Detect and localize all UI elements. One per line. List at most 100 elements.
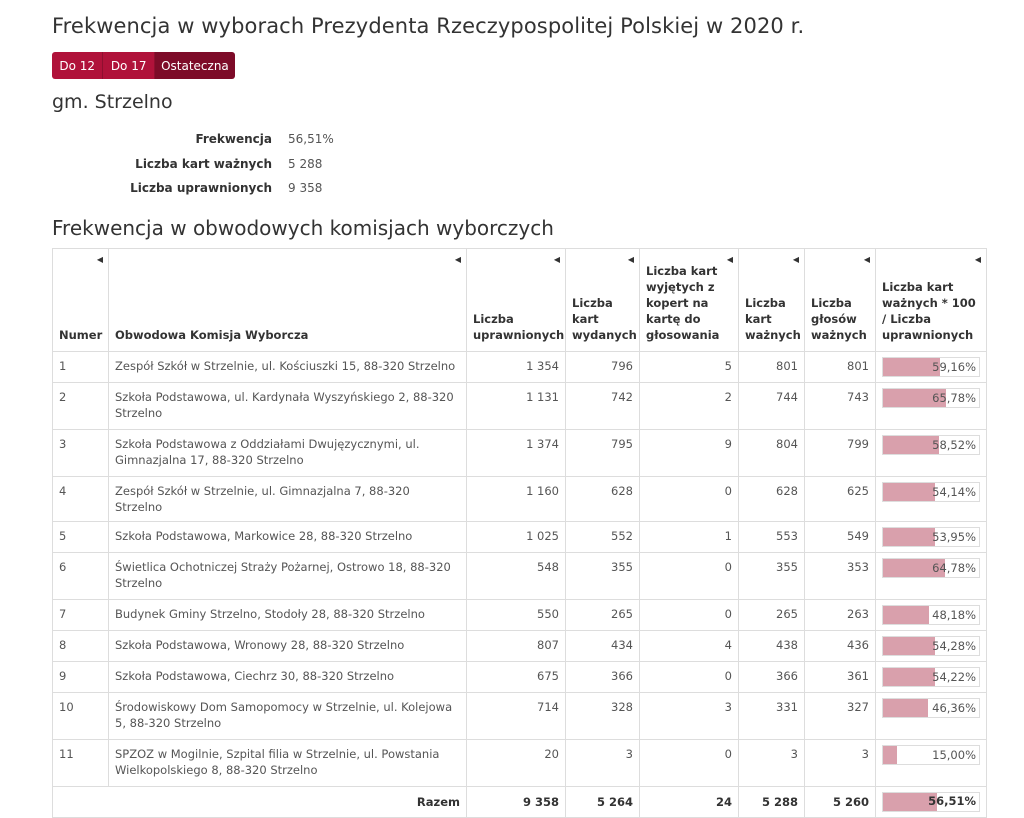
cell-wydanych: 265 xyxy=(565,598,640,631)
cell-numer: 11 xyxy=(52,738,109,787)
summary-row: Liczba kart ważnych 5 288 xyxy=(52,152,1024,177)
cell-wyjetych: 0 xyxy=(639,551,739,600)
cell-frekwencja: 64,78% xyxy=(875,551,987,600)
cell-komisja: Świetlica Ochotniczej Straży Pożarnej, O… xyxy=(108,551,467,600)
turnout-bar: 46,36% xyxy=(882,697,980,718)
turnout-bar-fill xyxy=(883,605,930,624)
tab-do-17[interactable]: Do 17 xyxy=(103,52,155,79)
cell-wyjetych: 4 xyxy=(639,629,739,662)
turnout-bar-fill xyxy=(883,667,936,686)
cell-komisja: Szkoła Podstawowa, ul. Kardynała Wyszyńs… xyxy=(108,381,467,430)
cell-wyjetych: 0 xyxy=(639,738,739,787)
cell-numer: 10 xyxy=(52,691,109,740)
table-row: 3 Szkoła Podstawowa z Oddziałami Dwujęzyc… xyxy=(52,428,987,477)
cell-komisja: Szkoła Podstawowa, Markowice 28, 88-320 … xyxy=(108,520,467,553)
sort-icon[interactable]: ◀ xyxy=(975,252,981,268)
cell-wyjetych: 3 xyxy=(639,691,739,740)
turnout-bar-label: 54,14% xyxy=(932,484,976,499)
cell-wydanych: 796 xyxy=(565,350,640,383)
sort-icon[interactable]: ◀ xyxy=(628,252,634,268)
turnout-bar: 56,51% xyxy=(882,791,980,812)
cell-waznych: 744 xyxy=(738,381,805,430)
cell-numer: 9 xyxy=(52,660,109,693)
cell-frekwencja: 46,36% xyxy=(875,691,987,740)
column-header-numer[interactable]: ◀ Numer xyxy=(52,247,109,352)
sort-icon[interactable]: ◀ xyxy=(97,252,103,268)
turnout-bar: 65,78% xyxy=(882,387,980,408)
cell-uprawnionych: 1 131 xyxy=(466,381,566,430)
cell-wyjetych: 2 xyxy=(639,381,739,430)
summary-label: Liczba uprawnionych xyxy=(130,181,272,196)
turnout-bar-label: 53,95% xyxy=(932,529,976,544)
cell-uprawnionych: 714 xyxy=(466,691,566,740)
turnout-bar-fill xyxy=(883,745,898,764)
tab-ostateczna[interactable]: Ostateczna xyxy=(154,52,235,79)
column-header-wyjetych[interactable]: ◀ Liczba kart wyjętych z kopert na kartę … xyxy=(639,247,739,352)
total-waznych: 5 288 xyxy=(738,785,805,818)
cell-wyjetych: 5 xyxy=(639,350,739,383)
sort-icon[interactable]: ◀ xyxy=(455,252,461,268)
total-glosow: 5 260 xyxy=(804,785,876,818)
time-tabs: Do 12 Do 17 Ostateczna xyxy=(52,52,235,79)
turnout-bar: 54,22% xyxy=(882,666,980,687)
cell-wydanych: 628 xyxy=(565,475,640,522)
sort-icon[interactable]: ◀ xyxy=(554,252,560,268)
cell-waznych: 801 xyxy=(738,350,805,383)
cell-uprawnionych: 1 160 xyxy=(466,475,566,522)
cell-frekwencja: 59,16% xyxy=(875,350,987,383)
summary-value: 5 288 xyxy=(288,156,323,171)
cell-wydanych: 328 xyxy=(565,691,640,740)
turnout-bar-label: 46,36% xyxy=(932,700,976,715)
cell-waznych: 331 xyxy=(738,691,805,740)
summary-label: Liczba kart ważnych xyxy=(135,156,272,171)
cell-komisja: Środowiskowy Dom Samopomocy w Strzelnie,… xyxy=(108,691,467,740)
cell-wydanych: 552 xyxy=(565,520,640,553)
cell-glosow: 353 xyxy=(804,551,876,600)
column-header-wydanych[interactable]: ◀ Liczba kart wydanych xyxy=(565,247,640,352)
turnout-bar: 48,18% xyxy=(882,604,980,625)
turnout-bar-label: 64,78% xyxy=(932,560,976,575)
cell-glosow: 801 xyxy=(804,350,876,383)
column-header-komisja[interactable]: ◀ Obwodowa Komisja Wyborcza xyxy=(108,247,467,352)
table-title: Frekwencja w obwodowych komisjach wyborc… xyxy=(52,215,554,240)
sort-icon[interactable]: ◀ xyxy=(727,252,733,268)
cell-frekwencja: 54,22% xyxy=(875,660,987,693)
page: Frekwencja w wyborach Prezydenta Rzeczyp… xyxy=(0,0,1024,818)
column-header-glosow[interactable]: ◀ Liczba głosów ważnych xyxy=(804,247,876,352)
turnout-bar-label: 48,18% xyxy=(932,607,976,622)
total-row: Razem 9 358 5 264 24 5 288 5 260 56,51% xyxy=(52,785,987,818)
cell-wydanych: 742 xyxy=(565,381,640,430)
cell-glosow: 743 xyxy=(804,381,876,430)
total-frekwencja: 56,51% xyxy=(875,785,987,818)
gmina-title: gm. Strzelno xyxy=(52,91,173,113)
cell-waznych: 628 xyxy=(738,475,805,522)
cell-numer: 2 xyxy=(52,381,109,430)
cell-numer: 3 xyxy=(52,428,109,477)
turnout-bar: 54,14% xyxy=(882,481,980,502)
cell-numer: 7 xyxy=(52,598,109,631)
tab-do-12[interactable]: Do 12 xyxy=(52,52,104,79)
cell-frekwencja: 65,78% xyxy=(875,381,987,430)
cell-numer: 8 xyxy=(52,629,109,662)
summary-row: Liczba uprawnionych 9 358 xyxy=(52,176,1024,201)
column-header-frekwencja[interactable]: ◀ Liczba kart ważnych * 100 / Liczba upra… xyxy=(875,247,987,352)
column-header-uprawnionych[interactable]: ◀ Liczba uprawnionych xyxy=(466,247,566,352)
turnout-bar: 58,52% xyxy=(882,434,980,455)
page-title: Frekwencja w wyborach Prezydenta Rzeczyp… xyxy=(52,14,805,38)
table-row: 6 Świetlica Ochotniczej Straży Pożarnej, … xyxy=(52,551,987,600)
table-row: 5 Szkoła Podstawowa, Markowice 28, 88-320… xyxy=(52,520,987,553)
cell-numer: 1 xyxy=(52,350,109,383)
turnout-bar-fill xyxy=(883,636,936,655)
column-header-waznych[interactable]: ◀ Liczba kart ważnych xyxy=(738,247,805,352)
summary-value: 9 358 xyxy=(288,181,323,196)
cell-glosow: 263 xyxy=(804,598,876,631)
sort-icon[interactable]: ◀ xyxy=(864,252,870,268)
cell-glosow: 799 xyxy=(804,428,876,477)
sort-icon[interactable]: ◀ xyxy=(793,252,799,268)
cell-uprawnionych: 675 xyxy=(466,660,566,693)
turnout-bar-label: 54,22% xyxy=(932,669,976,684)
turnout-bar: 54,28% xyxy=(882,635,980,656)
cell-frekwencja: 54,14% xyxy=(875,475,987,522)
summary-list: Frekwencja 56,51% Liczba kart ważnych 5 … xyxy=(52,127,1024,201)
cell-komisja: Zespół Szkół w Strzelnie, ul. Kościuszki… xyxy=(108,350,467,383)
